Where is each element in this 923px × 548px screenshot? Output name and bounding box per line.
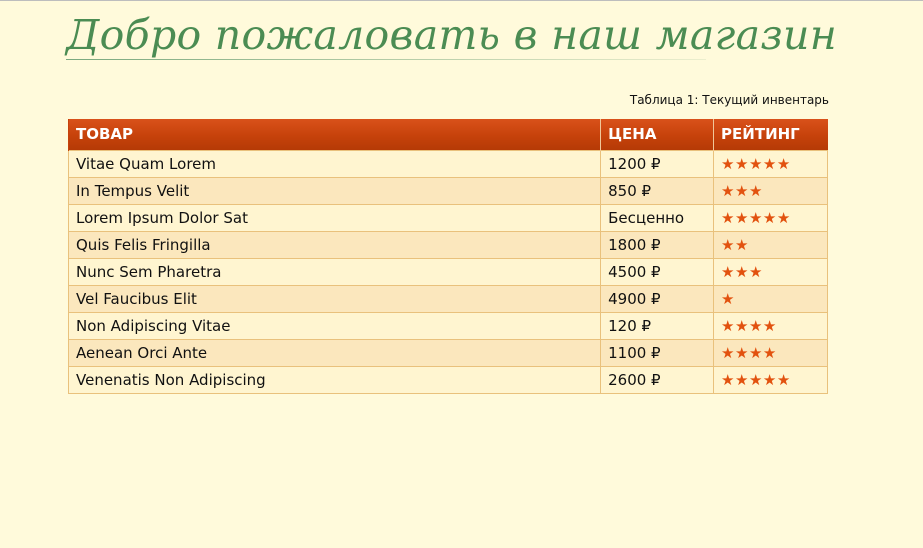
product-rating: ★★★★ (713, 311, 828, 340)
product-rating: ★★★★★ (713, 149, 828, 178)
product-name: Lorem Ipsum Dolor Sat (67, 203, 602, 232)
product-name: Vel Faucibus Elit (67, 284, 602, 313)
product-rating: ★★★★★ (713, 203, 828, 232)
product-rating: ★★★★ (713, 338, 828, 367)
product-name: Venenatis Non Adipiscing (67, 365, 602, 394)
product-name: Nunc Sem Pharetra (67, 257, 602, 286)
product-price: 1800 ₽ (600, 230, 715, 259)
product-price: 4900 ₽ (600, 284, 715, 313)
product-rating: ★★★★★ (713, 365, 828, 394)
product-name: Aenean Orci Ante (67, 338, 602, 367)
table-row: Lorem Ipsum Dolor Sat Бесценно ★★★★★ (67, 203, 828, 232)
product-price: 850 ₽ (600, 176, 715, 205)
table-row: Aenean Orci Ante 1100 ₽ ★★★★ (67, 338, 828, 367)
star-icon: ★★★★★ (721, 208, 791, 227)
star-icon: ★★★★ (721, 343, 777, 362)
star-icon: ★★ (721, 235, 749, 254)
product-price: Бесценно (600, 203, 715, 232)
star-icon: ★★★ (721, 181, 763, 200)
header-name: ТОВАР (67, 119, 601, 150)
star-icon: ★★★★★ (721, 154, 791, 173)
star-icon: ★ (721, 289, 735, 308)
product-price: 120 ₽ (600, 311, 715, 340)
table-row: In Tempus Velit 850 ₽ ★★★ (67, 176, 828, 205)
header-price: ЦЕНА (600, 119, 714, 150)
table-header-row: ТОВАР ЦЕНА РЕЙТИНГ (67, 119, 828, 150)
table-row: Venenatis Non Adipiscing 2600 ₽ ★★★★★ (67, 365, 828, 394)
table-caption: Таблица 1: Текущий инвентарь (629, 93, 829, 107)
product-rating: ★ (713, 284, 828, 313)
product-name: Quis Felis Fringilla (67, 230, 602, 259)
table-row: Vitae Quam Lorem 1200 ₽ ★★★★★ (67, 149, 828, 178)
product-rating: ★★ (713, 230, 828, 259)
star-icon: ★★★ (721, 262, 763, 281)
star-icon: ★★★★ (721, 316, 777, 335)
product-name: Vitae Quam Lorem (67, 149, 602, 178)
title-underline (66, 59, 706, 60)
product-rating: ★★★ (713, 257, 828, 286)
product-name: Non Adipiscing Vitae (67, 311, 602, 340)
header-rating: РЕЙТИНГ (713, 119, 828, 150)
star-icon: ★★★★★ (721, 370, 791, 389)
product-price: 1200 ₽ (600, 149, 715, 178)
table-row: Quis Felis Fringilla 1800 ₽ ★★ (67, 230, 828, 259)
product-price: 2600 ₽ (600, 365, 715, 394)
product-price: 1100 ₽ (600, 338, 715, 367)
page-title: Добро пожаловать в наш магазин (66, 11, 838, 59)
table-row: Nunc Sem Pharetra 4500 ₽ ★★★ (67, 257, 828, 286)
product-rating: ★★★ (713, 176, 828, 205)
table-row: Vel Faucibus Elit 4900 ₽ ★ (67, 284, 828, 313)
inventory-table: ТОВАР ЦЕНА РЕЙТИНГ Vitae Quam Lorem 1200… (67, 119, 828, 394)
product-price: 4500 ₽ (600, 257, 715, 286)
product-name: In Tempus Velit (67, 176, 602, 205)
table-row: Non Adipiscing Vitae 120 ₽ ★★★★ (67, 311, 828, 340)
